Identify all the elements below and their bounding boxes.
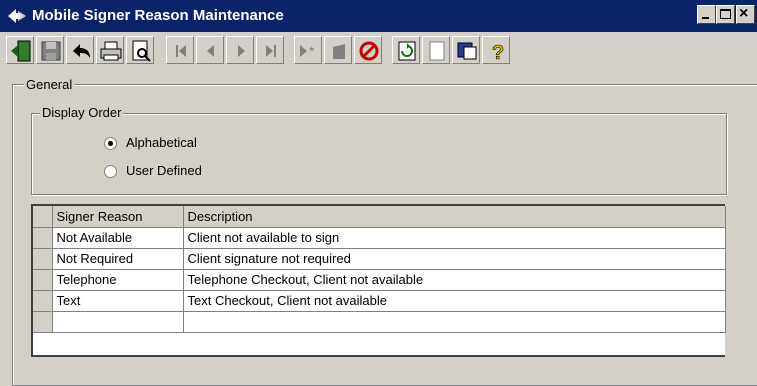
signer-reason-grid[interactable]: Signer Reason Description Not Available …: [31, 204, 726, 364]
row-selector[interactable]: [33, 290, 53, 312]
description-cell[interactable]: Text Checkout, Client not available: [183, 290, 726, 312]
exit-door-icon: [11, 40, 31, 62]
signer-reason-cell[interactable]: Text: [52, 290, 184, 312]
table-row[interactable]: Not Required Client signature not requir…: [33, 248, 726, 270]
print-preview-button[interactable]: [126, 36, 154, 64]
floppy-disk-icon: [41, 41, 61, 61]
grid-footer: [31, 355, 725, 364]
table-row[interactable]: Not Available Client not available to si…: [33, 227, 726, 249]
window-title: Mobile Signer Reason Maintenance: [32, 7, 284, 24]
refresh-icon: [398, 41, 416, 61]
new-record-icon: *: [300, 43, 315, 59]
signer-reason-cell[interactable]: Telephone: [52, 269, 184, 291]
previous-record-icon: [207, 45, 214, 57]
column-header-description[interactable]: Description: [183, 206, 726, 228]
svg-text:*: *: [309, 43, 315, 59]
alphabetical-radio[interactable]: [104, 137, 117, 150]
printer-icon: [100, 41, 122, 61]
save-button[interactable]: [36, 36, 64, 64]
cancel-button[interactable]: [354, 36, 382, 64]
user-defined-radio-label[interactable]: User Defined: [126, 163, 202, 178]
close-icon: ×: [739, 5, 749, 22]
print-preview-icon: [132, 40, 151, 62]
description-cell[interactable]: Client not available to sign: [183, 227, 726, 249]
signer-reason-cell[interactable]: Not Available: [52, 227, 184, 249]
help-button[interactable]: ?: [482, 36, 510, 64]
window-icon: [457, 42, 477, 60]
maximize-button[interactable]: [716, 5, 735, 24]
toolbar: * ?: [0, 32, 757, 70]
signer-reason-cell[interactable]: [52, 311, 184, 333]
display-order-label: Display Order: [40, 105, 124, 120]
row-selector[interactable]: [33, 269, 53, 291]
display-order-group: [31, 113, 727, 195]
general-group-label: General: [24, 77, 75, 92]
no-entry-icon: [359, 41, 379, 61]
undo-button[interactable]: [66, 36, 94, 64]
undo-arrow-icon: [73, 44, 90, 58]
column-header-signer-reason[interactable]: Signer Reason: [52, 206, 184, 228]
last-record-icon: [266, 45, 276, 57]
table-row-new[interactable]: [33, 311, 726, 333]
last-record-button[interactable]: [256, 36, 284, 64]
notes-button[interactable]: [422, 36, 450, 64]
signer-reason-cell[interactable]: Not Required: [52, 248, 184, 270]
blank-page-icon: [429, 41, 445, 61]
window-button[interactable]: [452, 36, 480, 64]
print-button[interactable]: [96, 36, 124, 64]
maximize-icon: [720, 9, 731, 19]
description-cell[interactable]: Client signature not required: [183, 248, 726, 270]
minimize-icon: [702, 17, 709, 19]
table-row[interactable]: Text Text Checkout, Client not available: [33, 290, 726, 312]
delete-record-button[interactable]: [324, 36, 352, 64]
previous-record-button[interactable]: [196, 36, 224, 64]
help-question-icon: ?: [492, 42, 505, 63]
alphabetical-radio-label[interactable]: Alphabetical: [126, 135, 197, 150]
description-cell[interactable]: [183, 311, 726, 333]
minimize-button[interactable]: [697, 5, 716, 24]
row-selector[interactable]: [33, 311, 53, 333]
svg-text:?: ?: [492, 42, 504, 63]
close-button[interactable]: ×: [736, 5, 755, 24]
title-bar: Mobile Signer Reason Maintenance ×: [0, 0, 757, 32]
next-record-button[interactable]: [226, 36, 254, 64]
refresh-button[interactable]: [392, 36, 420, 64]
first-record-icon: [176, 45, 186, 57]
user-defined-radio[interactable]: [104, 165, 117, 178]
first-record-button[interactable]: [166, 36, 194, 64]
description-cell[interactable]: Telephone Checkout, Client not available: [183, 269, 726, 291]
table-row[interactable]: Telephone Telephone Checkout, Client not…: [33, 269, 726, 291]
next-record-icon: [238, 45, 245, 57]
row-selector-header: [33, 206, 53, 228]
row-selector[interactable]: [33, 248, 53, 270]
new-record-button[interactable]: *: [294, 36, 322, 64]
delete-record-icon: [333, 44, 345, 59]
app-arrows-icon: [6, 6, 28, 26]
row-selector[interactable]: [33, 227, 53, 249]
exit-button[interactable]: [6, 36, 34, 64]
